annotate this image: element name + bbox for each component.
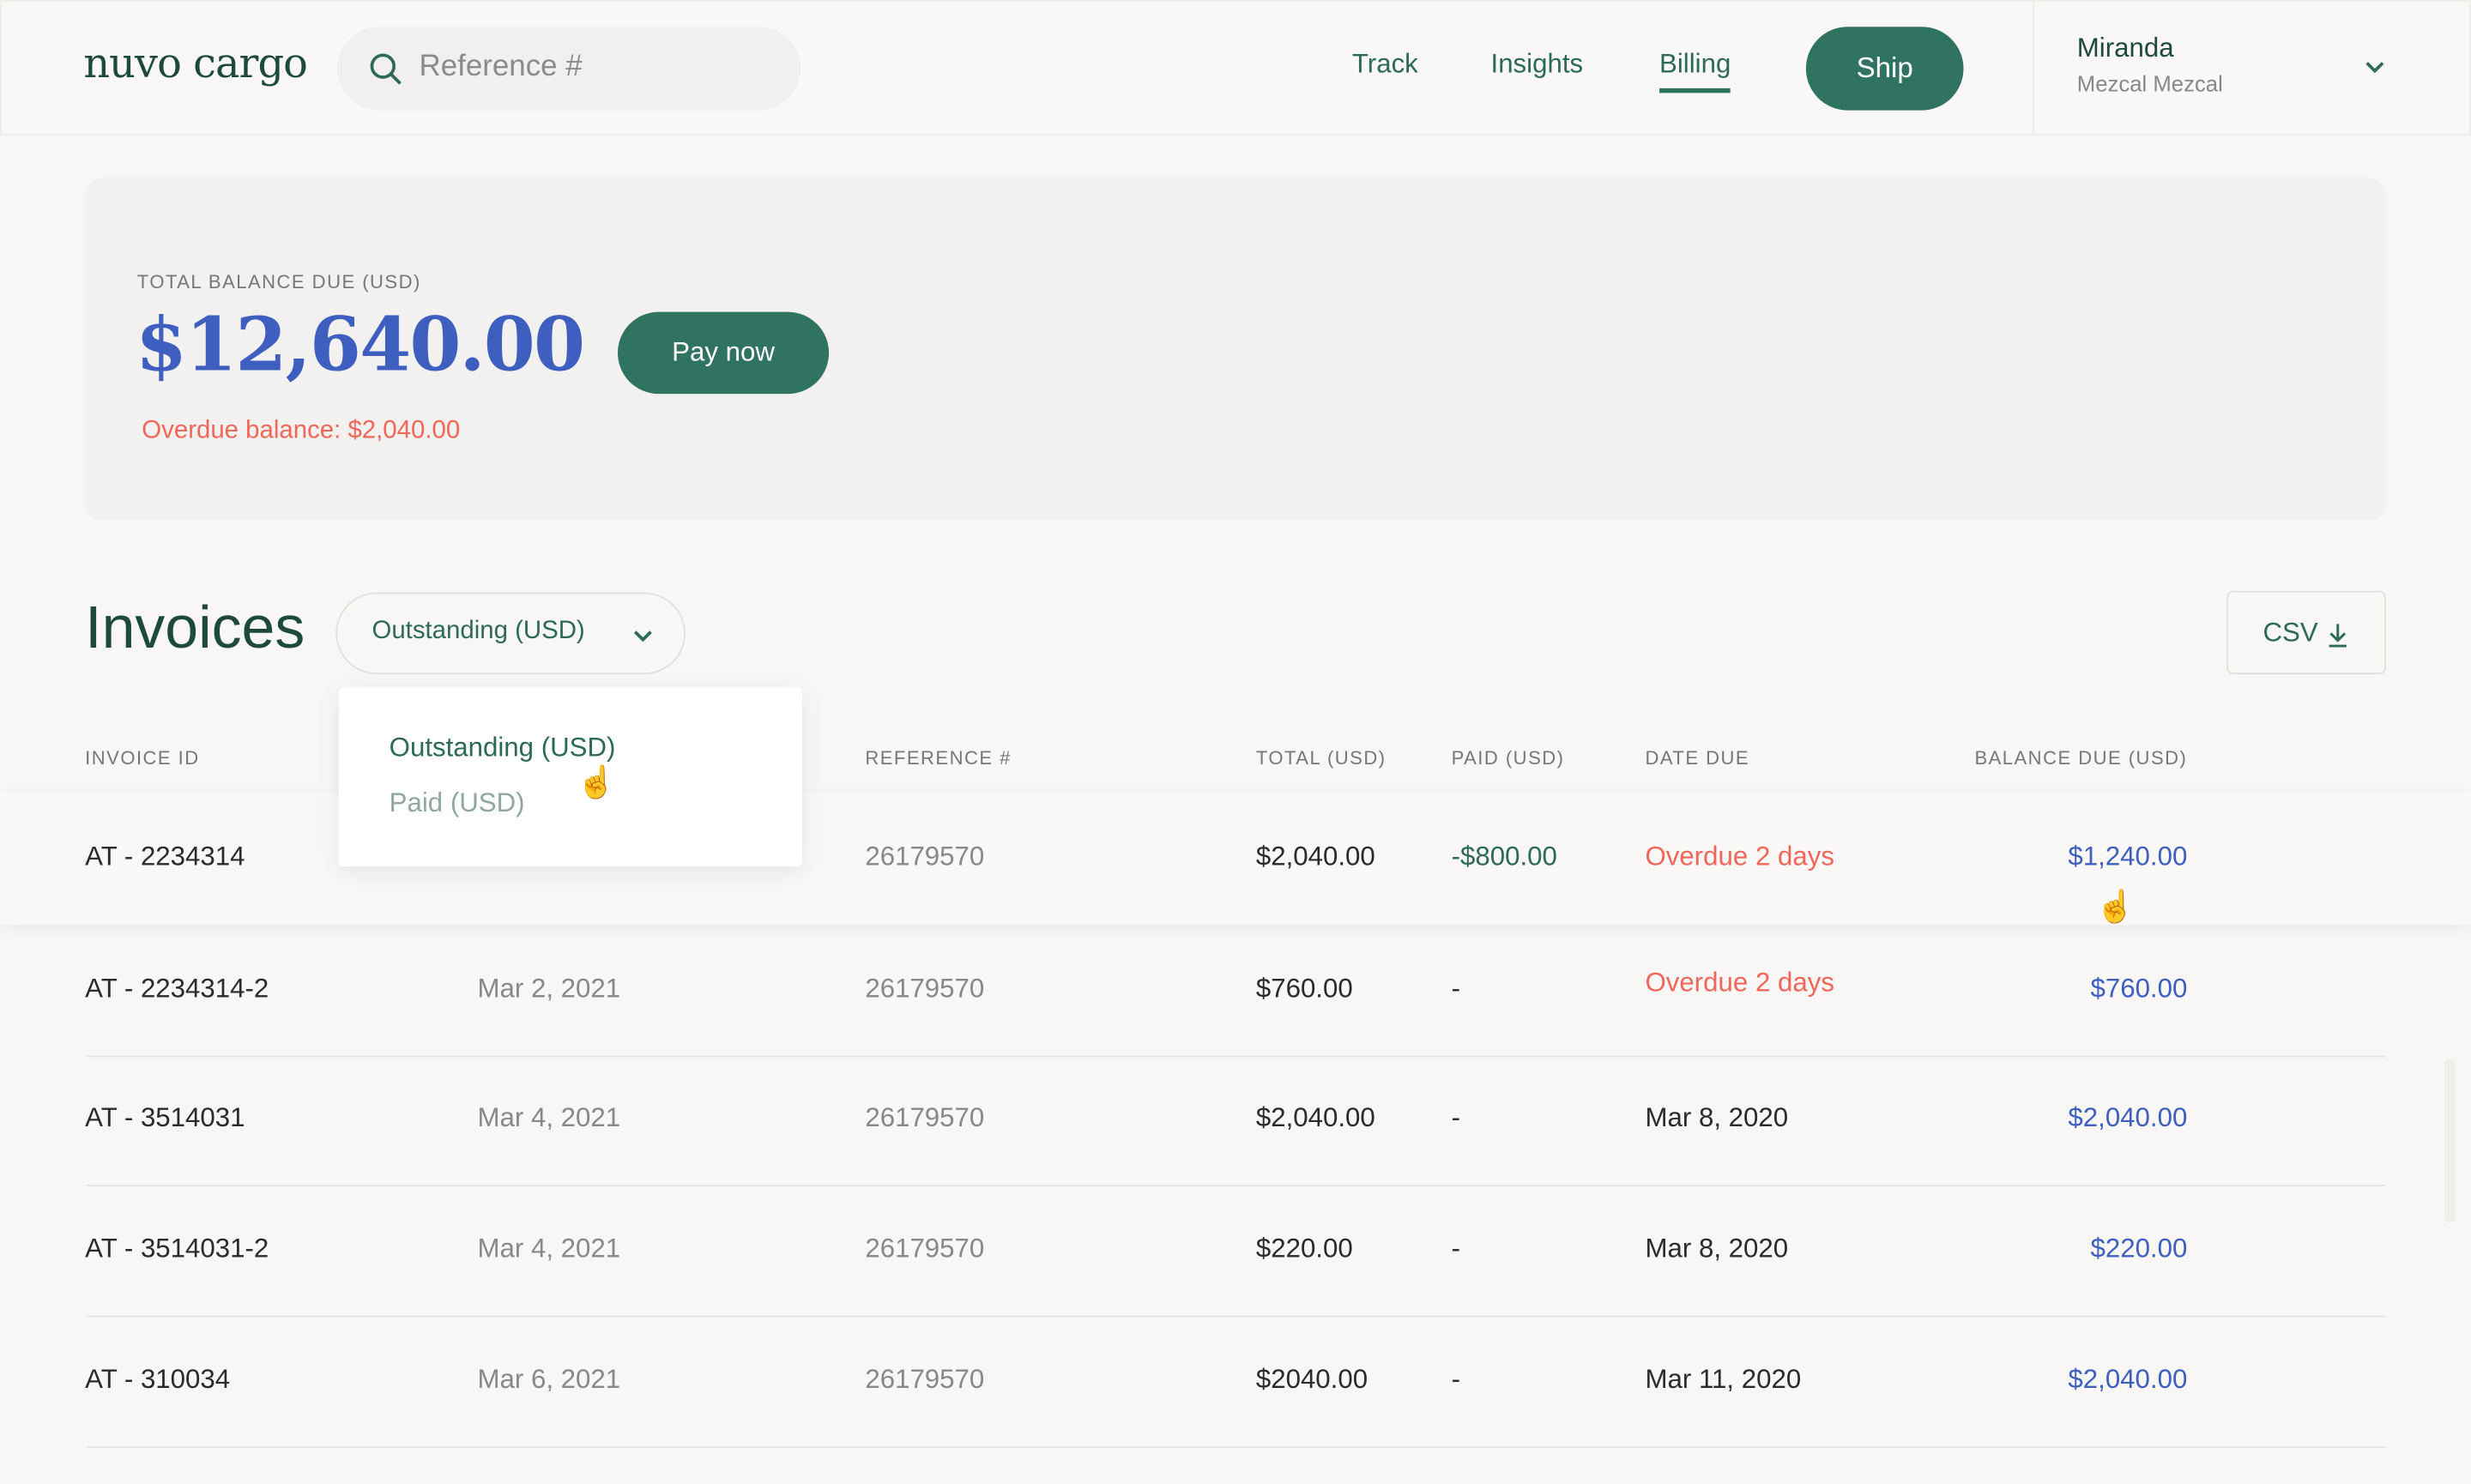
- ship-button[interactable]: Ship: [1805, 27, 1964, 111]
- date-issued: Mar 2, 2021: [477, 974, 621, 1004]
- row-divider: [87, 1446, 2386, 1448]
- invoice-id: AT - 2234314-2: [85, 974, 269, 1004]
- balance-amount: $12,640.00: [135, 302, 585, 389]
- hand-cursor-icon: ☝: [577, 765, 616, 801]
- overdue-balance: Overdue balance: $2,040.00: [142, 417, 461, 444]
- total: $2,040.00: [1255, 1102, 1375, 1133]
- col-balance-due: BALANCE DUE (USD): [1974, 746, 2188, 769]
- invoice-id: AT - 2234314: [85, 841, 245, 872]
- reference: 26179570: [865, 1364, 985, 1395]
- invoice-id: AT - 3514031: [85, 1102, 245, 1133]
- total: $2040.00: [1255, 1364, 1368, 1395]
- scrollbar[interactable]: [2444, 1059, 2456, 1223]
- paid: -$800.00: [1451, 841, 1557, 872]
- balance-due[interactable]: $1,240.00: [2068, 842, 2187, 873]
- paid: -: [1451, 1234, 1461, 1264]
- date-due: Mar 8, 2020: [1645, 1102, 1789, 1133]
- col-total: TOTAL (USD): [1255, 746, 1387, 769]
- paid: -: [1451, 974, 1461, 1004]
- download-icon: [2329, 624, 2347, 648]
- balance-due[interactable]: $2,040.00: [2068, 1103, 2187, 1135]
- balance-label: TOTAL BALANCE DUE (USD): [136, 270, 421, 293]
- hand-cursor-icon: ☝: [2095, 890, 2136, 926]
- chevron-down-icon: [633, 630, 652, 642]
- total: $220.00: [1255, 1234, 1353, 1264]
- pay-now-button[interactable]: Pay now: [617, 311, 830, 395]
- reference: 26179570: [865, 1102, 985, 1133]
- date-issued: Mar 4, 2021: [477, 1102, 621, 1133]
- chevron-down-icon[interactable]: [2364, 60, 2386, 75]
- user-name[interactable]: Miranda: [2077, 33, 2174, 65]
- col-date-due: DATE DUE: [1645, 746, 1750, 769]
- date-issued: Mar 6, 2021: [477, 1364, 621, 1395]
- search-placeholder: Reference #: [419, 50, 583, 84]
- date-due: Mar 8, 2020: [1645, 1234, 1789, 1264]
- balance-due[interactable]: $760.00: [2090, 974, 2187, 1005]
- logo[interactable]: nuvo cargo: [83, 41, 308, 88]
- date-due: Overdue 2 days: [1645, 967, 1834, 998]
- search-icon: [370, 53, 402, 85]
- divider: [2033, 0, 2035, 136]
- balance-due[interactable]: $2,040.00: [2068, 1365, 2187, 1397]
- reference: 26179570: [865, 841, 985, 872]
- search-input[interactable]: Reference #: [337, 27, 801, 111]
- nav-billing[interactable]: Billing: [1659, 49, 1732, 94]
- date-due: Overdue 2 days: [1645, 841, 1834, 872]
- invoices-title: Invoices: [85, 595, 305, 662]
- csv-label: CSV: [2263, 617, 2318, 648]
- reference: 26179570: [865, 974, 985, 1004]
- csv-download-button[interactable]: CSV: [2226, 590, 2386, 675]
- row-divider: [87, 1185, 2386, 1187]
- col-paid: PAID (USD): [1451, 746, 1565, 769]
- date-issued: Mar 4, 2021: [477, 1234, 621, 1264]
- date-due: Mar 11, 2020: [1645, 1364, 1802, 1395]
- col-reference: REFERENCE #: [865, 746, 1012, 769]
- menu-item-paid[interactable]: Paid (USD): [390, 787, 525, 819]
- nav-insights[interactable]: Insights: [1491, 49, 1584, 81]
- menu-item-outstanding[interactable]: Outstanding (USD): [390, 733, 616, 764]
- row-divider: [87, 1315, 2386, 1318]
- invoice-id: AT - 3514031-2: [85, 1234, 269, 1264]
- col-invoice-id: INVOICE ID: [85, 746, 200, 769]
- invoice-id: AT - 310034: [85, 1364, 231, 1395]
- total: $2,040.00: [1255, 841, 1375, 872]
- nav-track[interactable]: Track: [1352, 49, 1418, 81]
- invoice-filter-dropdown[interactable]: Outstanding (USD): [335, 592, 686, 675]
- filter-menu: [338, 686, 802, 867]
- user-company[interactable]: Mezcal Mezcal: [2077, 71, 2223, 96]
- paid: -: [1451, 1364, 1461, 1395]
- balance-due[interactable]: $220.00: [2090, 1234, 2187, 1265]
- total: $760.00: [1255, 974, 1353, 1004]
- filter-value: Outstanding (USD): [372, 617, 585, 645]
- row-divider: [87, 1055, 2386, 1058]
- reference: 26179570: [865, 1234, 985, 1264]
- paid: -: [1451, 1102, 1461, 1133]
